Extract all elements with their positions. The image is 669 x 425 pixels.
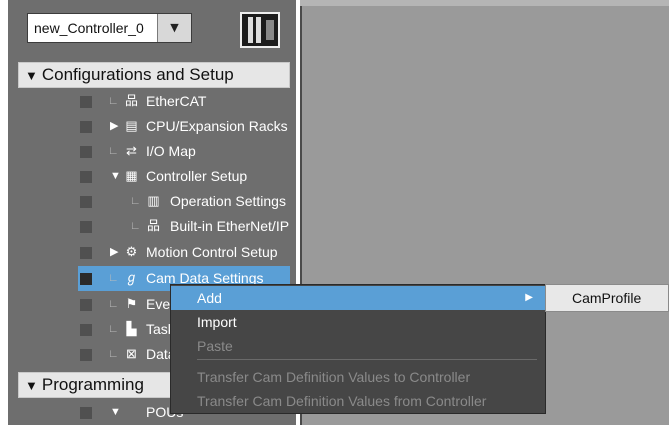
tree-item-label: Operation Settings — [170, 193, 286, 209]
chevron-down-icon[interactable]: ▼ — [158, 14, 191, 42]
tree-bullet — [80, 96, 92, 108]
tree-item-cpu-expansion-racks[interactable]: ▶ ▤ CPU/Expansion Racks — [78, 114, 290, 139]
menu-item-transfer-to-controller[interactable]: Transfer Cam Definition Values to Contro… — [171, 365, 545, 389]
tree-bullet — [80, 247, 92, 259]
trace-icon: ⊠ — [126, 346, 137, 361]
gear-icon: ⚙ — [125, 244, 138, 259]
collapse-icon[interactable]: ▼ — [110, 164, 121, 189]
tree-bullet — [80, 121, 92, 133]
section-label: Configurations and Setup — [41, 65, 234, 84]
tree-item-ethercat[interactable]: ∟ 品 EtherCAT — [78, 89, 290, 114]
expand-icon[interactable]: ▶ — [110, 240, 118, 265]
menu-item-camprofile[interactable]: CamProfile — [546, 285, 668, 311]
tree-bullet — [80, 407, 92, 419]
submenu-arrow-icon: ▶ — [525, 292, 533, 303]
menu-item-import[interactable]: Import — [171, 310, 545, 334]
menu-item-label: Add — [197, 290, 222, 306]
tree-item-label: Controller Setup — [146, 168, 248, 184]
ethernet-icon: 品 — [146, 218, 160, 233]
tree-item-io-map[interactable]: ∟ ⇄ I/O Map — [78, 139, 290, 164]
controller-dropdown[interactable]: new_Controller_0 ▼ — [27, 13, 192, 43]
tree-bullet — [80, 299, 92, 311]
network-icon: 品 — [124, 93, 138, 108]
tree-bullet — [80, 146, 92, 158]
section-configurations-and-setup[interactable]: ▼ Configurations and Setup — [18, 62, 290, 88]
tree-bullet — [80, 221, 92, 233]
edit-pane-header — [300, 0, 669, 6]
cam-icon: ℊ — [124, 270, 138, 285]
add-submenu: CamProfile — [545, 284, 669, 312]
tree-item-label: CPU/Expansion Racks — [146, 118, 288, 134]
expand-icon[interactable]: ▶ — [110, 114, 118, 139]
tree-item-built-in-ethernet-ip[interactable]: ∟ 品 Built-in EtherNet/IP — [78, 214, 290, 239]
controller-setup-icon: ▦ — [125, 168, 138, 183]
task-icon: ▙ — [126, 321, 137, 336]
tree-item-label: EtherCAT — [146, 93, 207, 109]
menu-separator — [197, 359, 537, 360]
app-window: new_Controller_0 ▼ ▼ Configurations and S… — [0, 0, 669, 425]
menu-item-transfer-from-controller[interactable]: Transfer Cam Definition Values from Cont… — [171, 389, 545, 413]
menu-item-paste[interactable]: Paste — [171, 334, 545, 358]
tree-bullet — [80, 273, 92, 285]
tree-item-label: Built-in EtherNet/IP — [170, 218, 290, 234]
collapse-icon[interactable]: ▼ — [110, 400, 121, 425]
menu-item-add[interactable]: Add ▶ — [171, 286, 545, 310]
io-map-icon: ⇄ — [126, 143, 137, 158]
tree-item-label: I/O Map — [146, 143, 196, 159]
tree-bullet — [80, 171, 92, 183]
section-label: Programming — [41, 375, 144, 394]
rack-icon: ▤ — [125, 118, 138, 133]
tree-item-controller-setup[interactable]: ▼ ▦ Controller Setup — [78, 164, 290, 189]
tree-bullet — [80, 324, 92, 336]
tree-bullet — [80, 349, 92, 361]
operation-settings-icon: ▥ — [147, 193, 160, 208]
tree-item-motion-control-setup[interactable]: ▶ ⚙ Motion Control Setup — [78, 240, 290, 265]
tree-item-label: Motion Control Setup — [146, 244, 278, 260]
context-menu: Add ▶ Import Paste Transfer Cam Definiti… — [170, 284, 546, 414]
collapse-icon: ▼ — [25, 68, 38, 83]
controller-name: new_Controller_0 — [28, 14, 158, 42]
flag-icon: ⚑ — [125, 296, 138, 311]
controller-icon[interactable] — [240, 12, 280, 48]
collapse-icon: ▼ — [25, 378, 38, 393]
tree-item-operation-settings[interactable]: ∟ ▥ Operation Settings — [78, 189, 290, 214]
tree-bullet — [80, 196, 92, 208]
